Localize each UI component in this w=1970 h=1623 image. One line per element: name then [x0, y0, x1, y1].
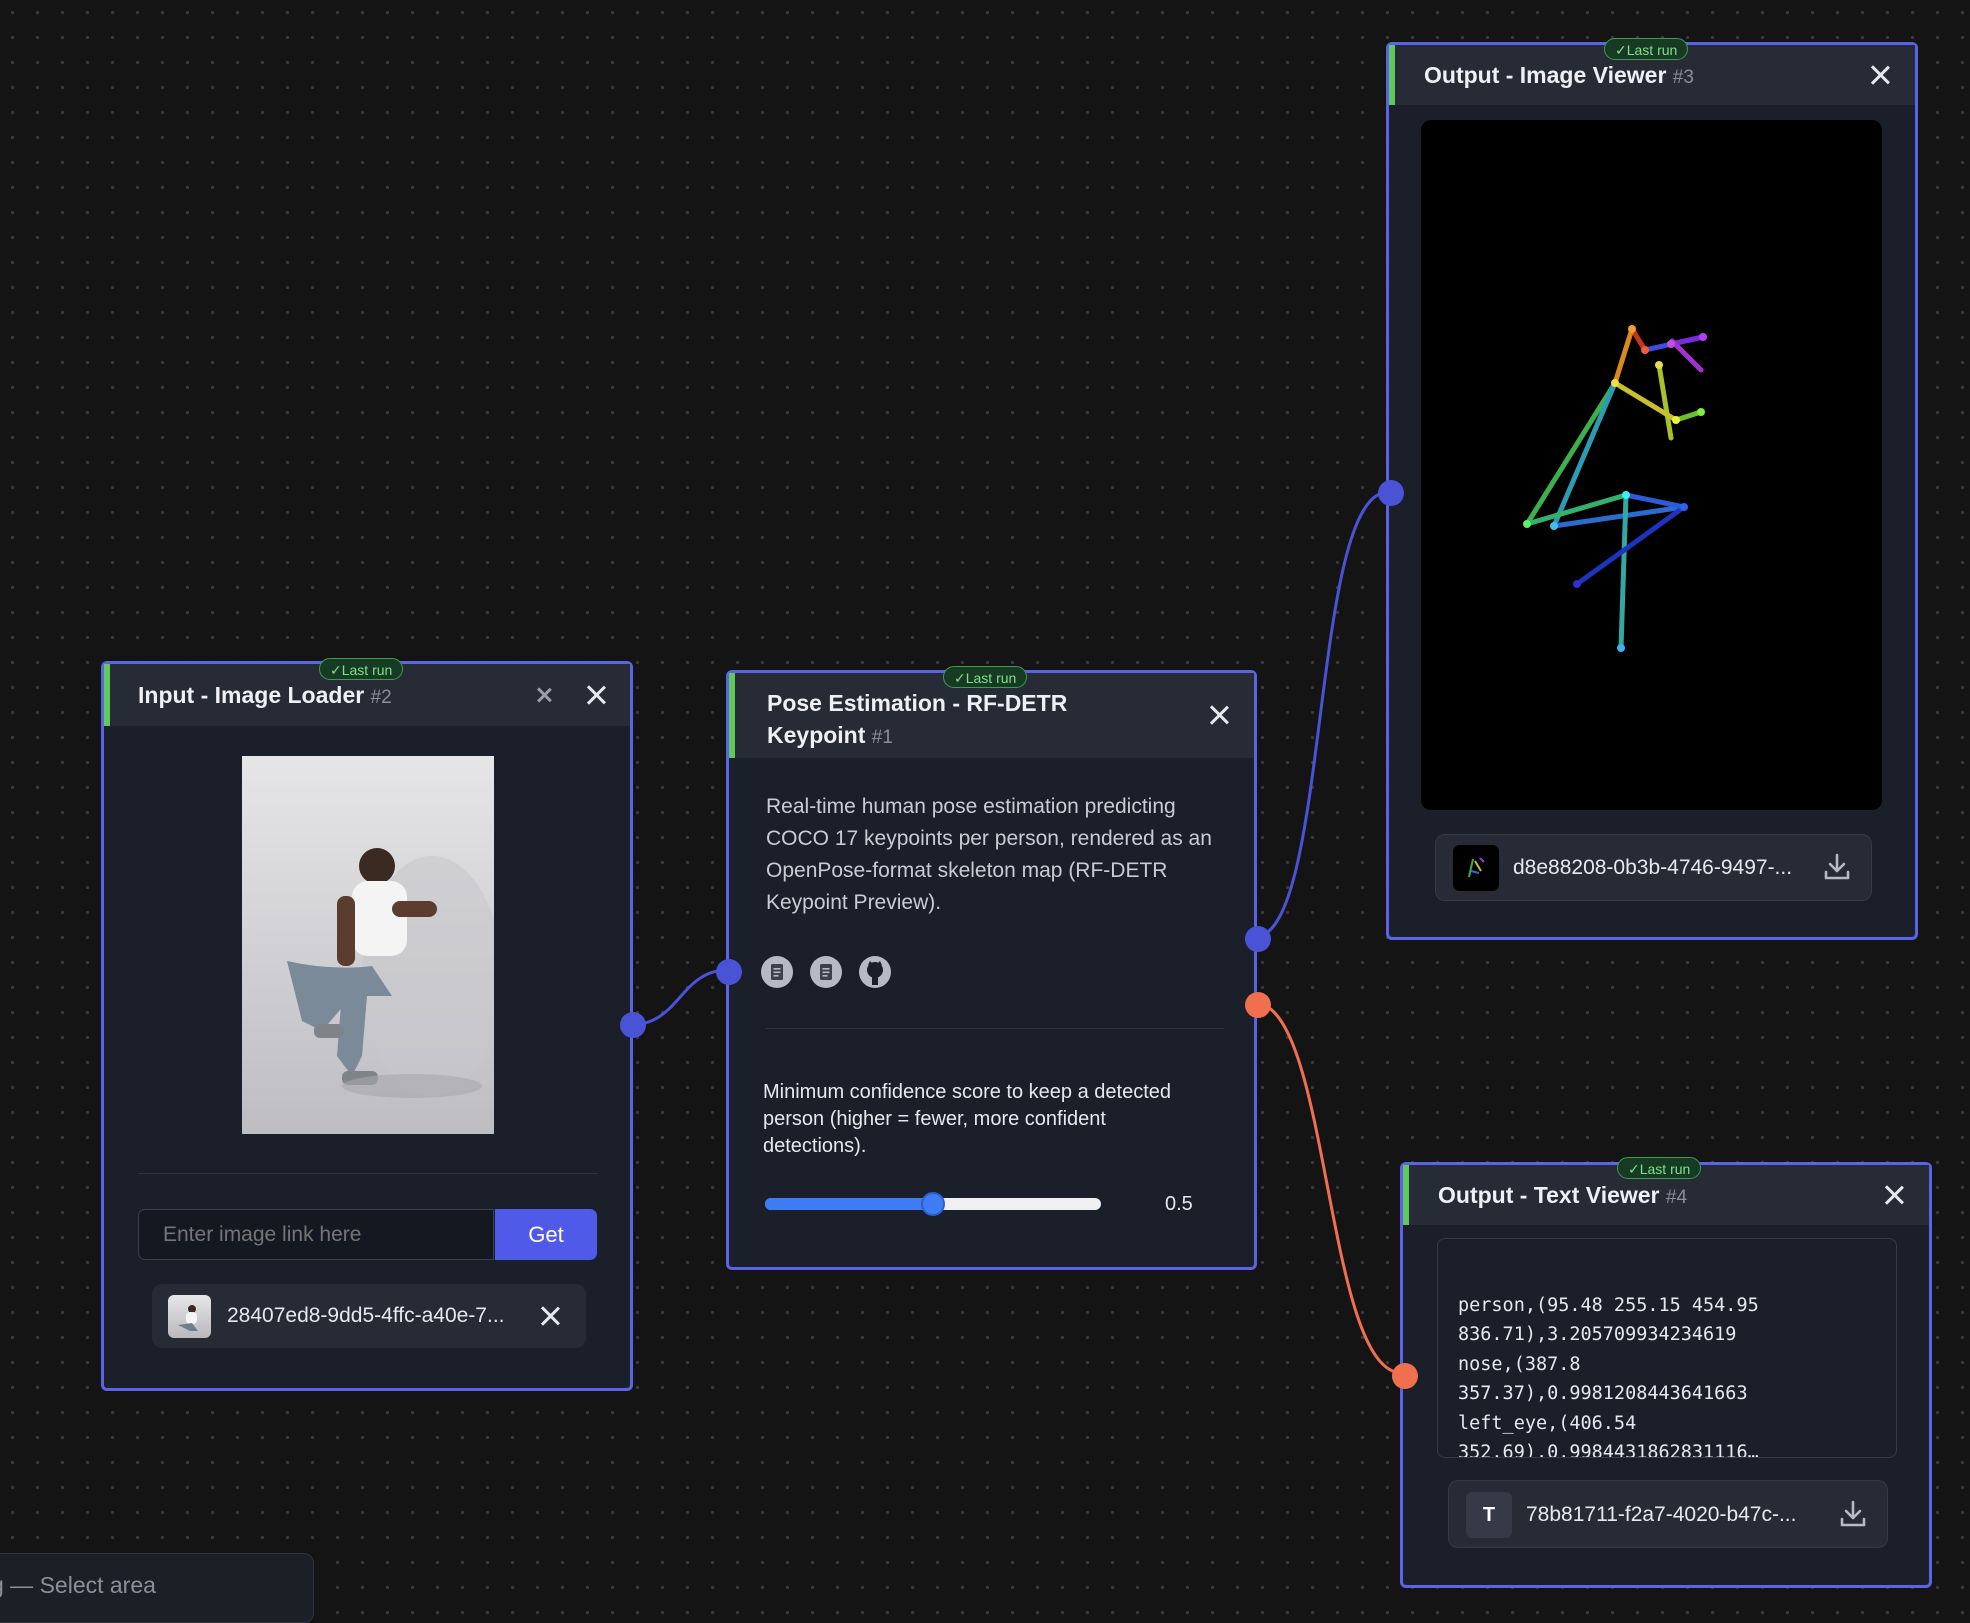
close-icon[interactable]: [1865, 60, 1895, 90]
download-icon[interactable]: [1837, 1498, 1869, 1530]
text-file-icon: T: [1466, 1492, 1512, 1538]
last-run-badge: ✓Last run: [1617, 1157, 1702, 1179]
input-image-preview: [242, 756, 494, 1134]
last-run-badge: ✓Last run: [319, 658, 404, 680]
canvas-status-hint: g — Select area: [0, 1553, 314, 1623]
input-port[interactable]: [716, 959, 742, 985]
image-loader-node[interactable]: Input - Image Loader #2 Get 28407ed8-9dd…: [101, 661, 646, 1391]
status-hint-text: g — Select area: [0, 1572, 156, 1598]
output-file-chip: T 78b81711-f2a7-4020-b47c-...: [1448, 1480, 1888, 1548]
text-line: 352.69),0.9984431862831116…: [1458, 1442, 1759, 1458]
slider-fill: [765, 1198, 933, 1210]
wire-pose-to-text-viewer: [1254, 1001, 1403, 1375]
slider-value: 0.5: [1165, 1193, 1193, 1215]
person-photo-illustration: [287, 848, 494, 1098]
minimize-icon[interactable]: [529, 680, 559, 710]
text-viewer-node[interactable]: Output - Text Viewer #4 person,(95.48 25…: [1392, 1162, 1932, 1588]
github-icon[interactable]: [859, 956, 891, 988]
last-run-badge: ✓Last run: [943, 666, 1028, 688]
url-input-wrap: [138, 1209, 494, 1260]
get-button[interactable]: Get: [495, 1209, 597, 1260]
output-port[interactable]: [620, 1012, 646, 1038]
image-url-input[interactable]: [139, 1210, 493, 1259]
node-id: #1: [871, 727, 893, 748]
output-port-image[interactable]: [1245, 926, 1271, 952]
slider-thumb[interactable]: [921, 1192, 945, 1216]
input-port[interactable]: [1378, 480, 1404, 506]
text-line: 836.71),3.205709934234619: [1458, 1324, 1737, 1345]
text-line: left_eye,(406.54: [1458, 1412, 1637, 1434]
node-title: Input - Image Loader #2: [138, 682, 392, 708]
file-name: d8e88208-0b3b-4746-9497-...: [1513, 856, 1793, 879]
uploaded-file-chip: 28407ed8-9dd5-4ffc-a40e-7...: [152, 1284, 586, 1348]
text-line: nose,(387.8: [1458, 1353, 1581, 1375]
node-id: #4: [1665, 1187, 1688, 1208]
confidence-slider[interactable]: [765, 1192, 1101, 1216]
node-title: Output - Text Viewer #4: [1438, 1182, 1688, 1208]
file-thumbnail: [1453, 845, 1499, 891]
close-icon[interactable]: [581, 680, 611, 710]
image-viewer-node[interactable]: Output - Image Viewer #3 d8e88208-0b3b-4…: [1378, 42, 1918, 940]
divider: [766, 1028, 1224, 1029]
wire-pose-to-image-viewer: [1254, 490, 1389, 939]
node-id: #3: [1672, 67, 1694, 88]
node-id: #2: [370, 687, 392, 708]
text-line: 357.37),0.9981208443641663: [1458, 1383, 1748, 1404]
close-icon[interactable]: [1879, 1180, 1909, 1210]
text-output-box[interactable]: person,(95.48 255.15 454.95 836.71),3.205…: [1437, 1238, 1897, 1458]
text-line: person,(95.48 255.15 454.95: [1458, 1294, 1759, 1316]
output-image-display: [1421, 120, 1882, 810]
doc-icon[interactable]: [810, 956, 842, 988]
divider: [138, 1173, 598, 1174]
close-icon[interactable]: [1204, 700, 1234, 730]
file-thumbnail: [168, 1295, 211, 1338]
node-title: Pose Estimation - RF-DETR Keypoint #1: [767, 690, 1068, 748]
node-description: Real-time human pose estimation predicti…: [766, 795, 1212, 914]
output-file-chip: d8e88208-0b3b-4746-9497-...: [1435, 834, 1872, 901]
download-icon[interactable]: [1821, 851, 1853, 883]
output-port-text[interactable]: [1245, 992, 1271, 1018]
doc-icon[interactable]: [761, 956, 793, 988]
pose-estimation-node[interactable]: Pose Estimation - RF-DETR Keypoint #1 Re…: [716, 670, 1271, 1270]
file-name: 28407ed8-9dd5-4ffc-a40e-7...: [227, 1304, 505, 1327]
node-title: Output - Image Viewer #3: [1424, 62, 1694, 88]
file-name: 78b81711-f2a7-4020-b47c-...: [1526, 1503, 1797, 1526]
skeleton-map-image: [1523, 325, 1707, 652]
text-output: person,(95.48 255.15 454.95 836.71),3.205…: [1458, 1261, 1759, 1458]
slider-label: Minimum confidence score to keep a detec…: [763, 1081, 1171, 1157]
last-run-badge: ✓Last run: [1604, 38, 1689, 60]
input-port[interactable]: [1392, 1363, 1418, 1389]
wire-image-to-pose: [629, 968, 729, 1027]
remove-file-icon[interactable]: [535, 1301, 565, 1331]
